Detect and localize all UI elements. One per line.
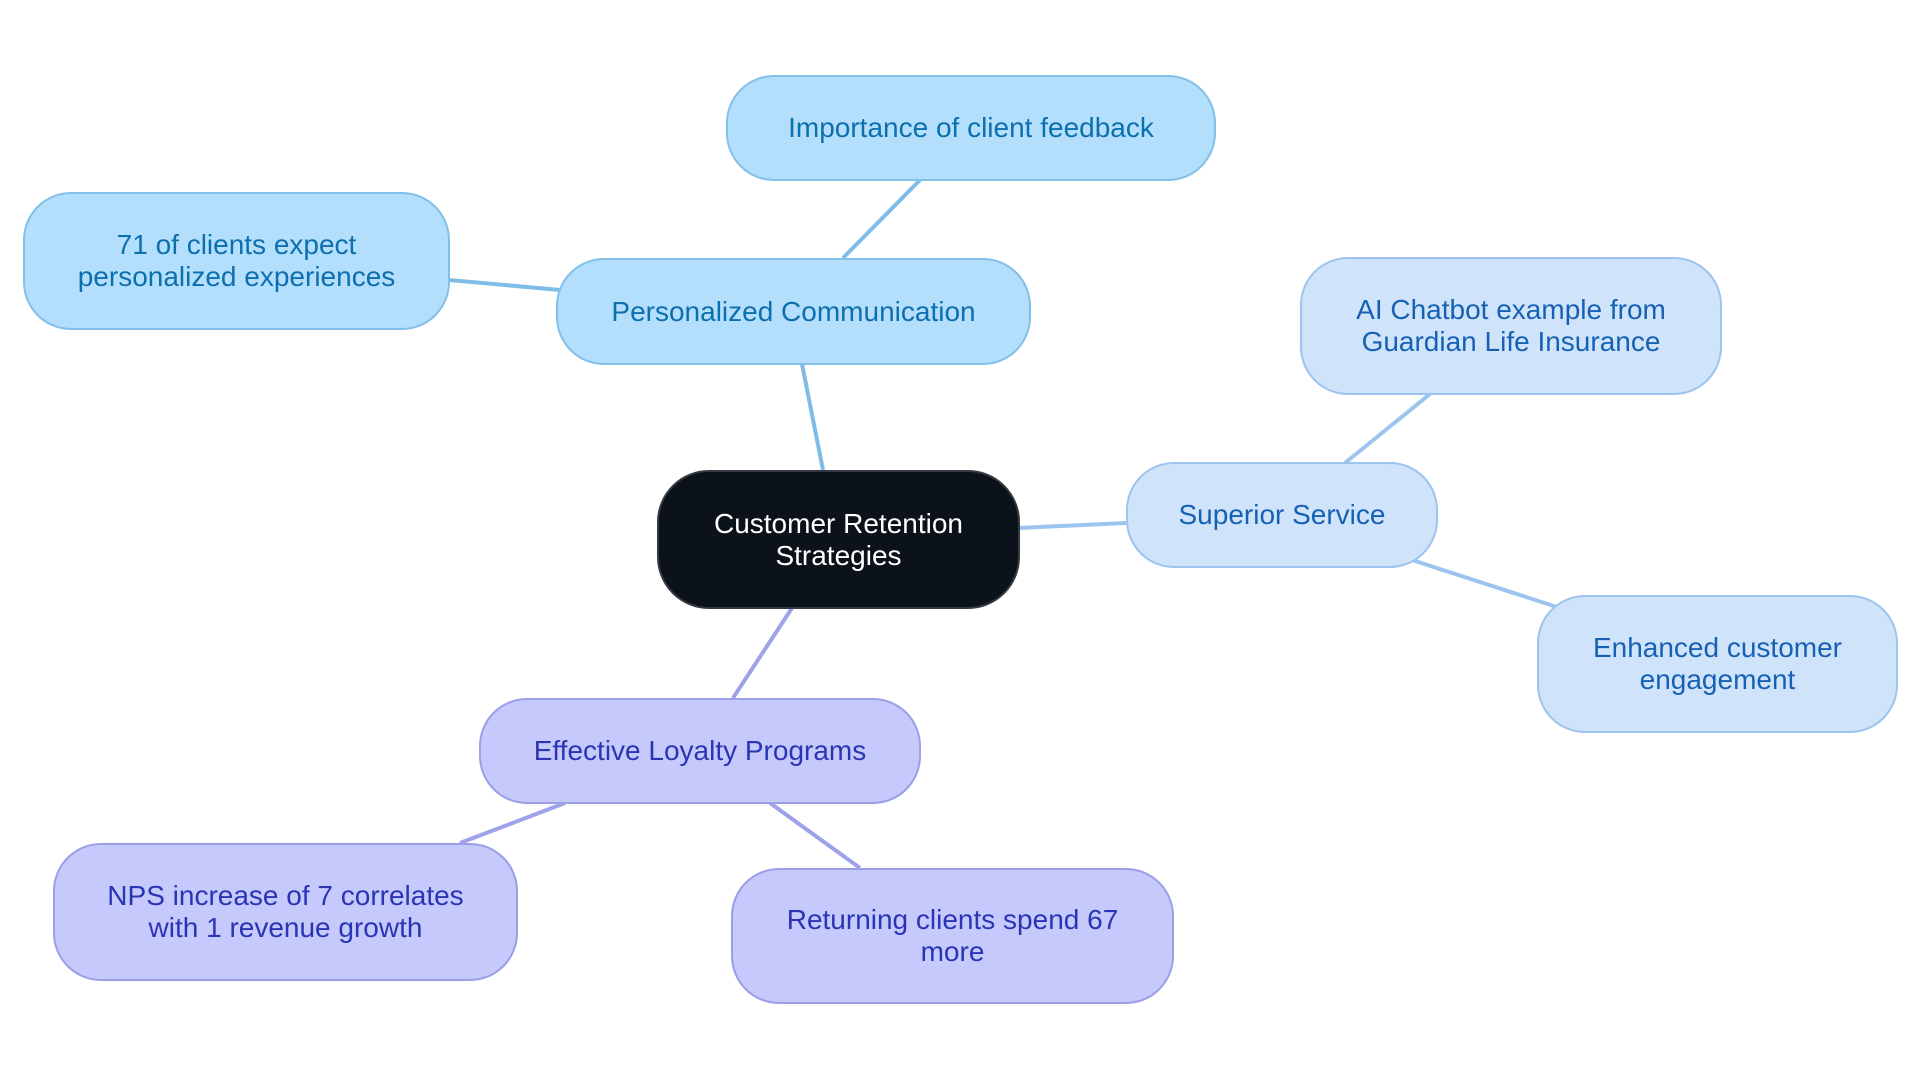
node-superior-service[interactable]: Superior Service (1126, 462, 1438, 568)
link-root-service (1017, 521, 1127, 530)
link-loyalty-returning (768, 801, 862, 870)
node-importance-of-client-feedback[interactable]: Importance of client feedback (726, 75, 1216, 181)
node-returning-clients-spend[interactable]: Returning clients spend 67 more (731, 868, 1174, 1004)
node-label: Effective Loyalty Programs (533, 735, 867, 766)
node-effective-loyalty-programs[interactable]: Effective Loyalty Programs (479, 698, 921, 804)
node-nps-increase[interactable]: NPS increase of 7 correlates with 1 reve… (53, 843, 518, 981)
link-loyalty-nps (459, 801, 566, 845)
node-label: Personalized Communication (611, 295, 976, 327)
link-service-engagement (1411, 558, 1561, 610)
node-label: Superior Service (1178, 499, 1386, 530)
link-personalized-feedback (841, 178, 922, 260)
root-node[interactable]: Customer Retention Strategies (657, 470, 1020, 609)
node-label: AI Chatbot example from Guardian Life In… (1356, 294, 1666, 357)
node-71-clients-expect[interactable]: 71 of clients expect personalized experi… (23, 192, 450, 330)
link-root-personalized (800, 363, 825, 471)
node-enhanced-customer-engagement[interactable]: Enhanced customer engagement (1537, 595, 1898, 733)
node-label: Enhanced customer engagement (1592, 632, 1843, 695)
link-personalized-expect71 (448, 278, 561, 292)
node-label: NPS increase of 7 correlates with 1 reve… (107, 880, 464, 943)
root-node-label: Customer Retention Strategies (713, 507, 963, 571)
node-ai-chatbot-example[interactable]: AI Chatbot example from Guardian Life In… (1300, 257, 1722, 395)
link-root-loyalty (731, 606, 794, 700)
node-personalized-communication[interactable]: Personalized Communication (556, 258, 1031, 365)
node-label: Returning clients spend 67 more (786, 904, 1119, 967)
link-service-chatbot (1343, 392, 1432, 465)
node-label: Importance of client feedback (788, 112, 1154, 143)
node-label: 71 of clients expect personalized experi… (77, 229, 396, 292)
